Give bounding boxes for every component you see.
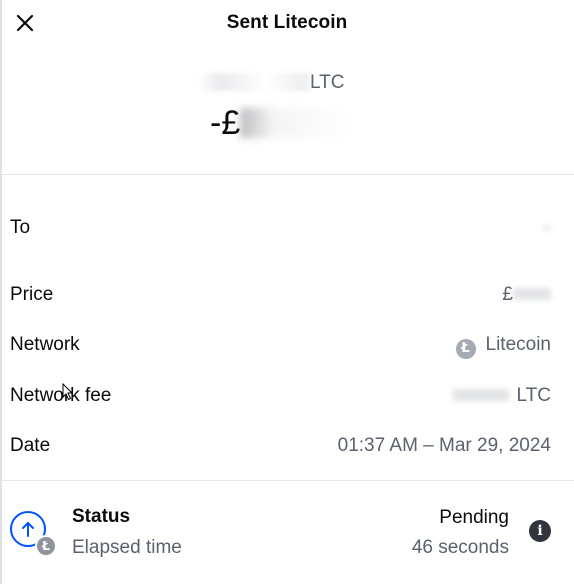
price-value: £	[502, 284, 551, 306]
elapsed-time-label: Elapsed time	[72, 537, 182, 558]
litecoin-badge-icon: Ł	[35, 535, 57, 557]
divider	[0, 480, 574, 481]
network-fee-value: LTC	[452, 385, 551, 407]
status-title: Status	[72, 506, 131, 527]
redacted-fee	[452, 389, 509, 401]
status-icon: Ł	[10, 508, 57, 560]
redacted-amount	[198, 73, 310, 91]
network-fee-label: Network fee	[10, 385, 112, 406]
network-value: Ł Litecoin	[455, 334, 552, 359]
to-value[interactable]	[543, 214, 551, 236]
price-label: Price	[10, 284, 54, 305]
page-title: Sent Litecoin	[226, 12, 348, 33]
network-name: Litecoin	[485, 334, 552, 355]
date-label: Date	[10, 435, 51, 456]
info-icon[interactable]: i	[529, 520, 551, 542]
price-currency: £	[502, 284, 513, 305]
network-label: Network	[10, 334, 80, 355]
mouse-cursor-icon	[62, 383, 74, 401]
crypto-unit: LTC	[310, 72, 345, 93]
header: Sent Litecoin	[0, 0, 574, 48]
litecoin-icon: Ł	[455, 339, 476, 359]
window-edge	[0, 0, 2, 584]
crypto-amount: LTC	[198, 72, 344, 94]
to-label: To	[10, 217, 31, 238]
redacted-price	[513, 288, 551, 300]
fiat-prefix: -£	[210, 104, 241, 142]
fee-unit: LTC	[516, 385, 551, 406]
redacted-fiat	[240, 108, 351, 138]
fiat-amount: -£	[210, 104, 351, 143]
redacted-address	[543, 226, 551, 230]
date-value: 01:37 AM – Mar 29, 2024	[337, 435, 551, 456]
status-badge: Pending	[439, 507, 509, 528]
elapsed-time-value: 46 seconds	[411, 537, 509, 558]
divider	[0, 174, 574, 175]
